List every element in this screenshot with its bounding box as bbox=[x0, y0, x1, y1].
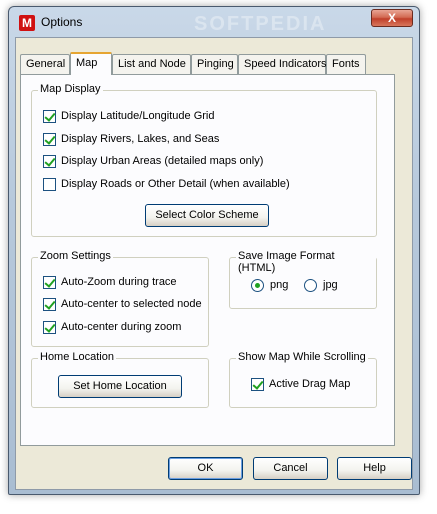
auto-center-zoom-checkbox[interactable] bbox=[43, 320, 56, 334]
rivers-lakes-seas-text: Display Rivers, Lakes, and Seas bbox=[61, 133, 220, 145]
auto-center-zoom-option[interactable]: Auto-center during zoom bbox=[43, 319, 181, 335]
select-color-scheme-button[interactable]: Select Color Scheme bbox=[145, 204, 269, 227]
home-location-label: Home Location bbox=[38, 351, 116, 363]
roads-detail-checkbox[interactable] bbox=[43, 177, 56, 191]
jpg-option[interactable]: jpg bbox=[304, 277, 338, 293]
auto-center-zoom-text: Auto-center during zoom bbox=[61, 321, 182, 333]
tab-fonts[interactable]: Fonts bbox=[326, 54, 366, 74]
cancel-button[interactable]: Cancel bbox=[253, 457, 328, 480]
tab-speed-indicators[interactable]: Speed Indicators bbox=[238, 54, 327, 74]
map-display-group: Map Display Display Latitude/Longitude G… bbox=[31, 83, 377, 237]
jpg-text: jpg bbox=[323, 279, 338, 291]
map-tab-panel: Map Display Display Latitude/Longitude G… bbox=[20, 74, 395, 446]
png-option[interactable]: png bbox=[251, 277, 288, 293]
app-icon: M bbox=[19, 15, 35, 31]
title-bar[interactable]: M Options SOFTPEDIA X bbox=[9, 7, 419, 37]
tab-pinging[interactable]: Pinging bbox=[191, 54, 238, 74]
zoom-settings-group: Zoom Settings Auto-Zoom during trace Aut… bbox=[31, 250, 209, 347]
tab-general[interactable]: General bbox=[20, 54, 70, 74]
window-title: Options bbox=[41, 15, 83, 29]
ok-button[interactable]: OK bbox=[168, 457, 243, 480]
auto-center-selected-text: Auto-center to selected node bbox=[61, 298, 202, 310]
rivers-lakes-seas-option[interactable]: Display Rivers, Lakes, and Seas bbox=[43, 131, 219, 147]
roads-detail-option[interactable]: Display Roads or Other Detail (when avai… bbox=[43, 176, 290, 192]
png-radio[interactable] bbox=[251, 278, 264, 292]
show-map-scrolling-group: Show Map While Scrolling Active Drag Map bbox=[229, 351, 377, 408]
tab-list-and-node[interactable]: List and Node bbox=[112, 54, 191, 74]
urban-areas-option[interactable]: Display Urban Areas (detailed maps only) bbox=[43, 153, 263, 169]
dialog-client-area: General Map List and Node Pinging Speed … bbox=[15, 37, 413, 490]
roads-detail-text: Display Roads or Other Detail (when avai… bbox=[61, 178, 290, 190]
lat-long-grid-checkbox[interactable] bbox=[43, 109, 56, 123]
lat-long-grid-text: Display Latitude/Longitude Grid bbox=[61, 110, 215, 122]
help-button[interactable]: Help bbox=[337, 457, 412, 480]
jpg-radio[interactable] bbox=[304, 278, 317, 292]
home-location-group: Home Location Set Home Location bbox=[31, 351, 209, 408]
auto-zoom-option[interactable]: Auto-Zoom during trace bbox=[43, 274, 177, 290]
active-drag-map-checkbox[interactable] bbox=[251, 377, 264, 391]
active-drag-map-option[interactable]: Active Drag Map bbox=[251, 376, 350, 392]
urban-areas-checkbox[interactable] bbox=[43, 154, 56, 168]
show-map-scrolling-label: Show Map While Scrolling bbox=[236, 351, 368, 363]
set-home-location-button[interactable]: Set Home Location bbox=[58, 375, 182, 398]
watermark: SOFTPEDIA bbox=[194, 13, 327, 35]
auto-center-selected-option[interactable]: Auto-center to selected node bbox=[43, 296, 202, 312]
lat-long-grid-option[interactable]: Display Latitude/Longitude Grid bbox=[43, 108, 214, 124]
rivers-lakes-seas-checkbox[interactable] bbox=[43, 132, 56, 146]
active-drag-map-text: Active Drag Map bbox=[269, 378, 351, 390]
save-image-format-label: Save Image Format (HTML) bbox=[236, 250, 376, 274]
urban-areas-text: Display Urban Areas (detailed maps only) bbox=[61, 155, 264, 167]
zoom-settings-label: Zoom Settings bbox=[38, 250, 113, 262]
close-button[interactable]: X bbox=[371, 9, 413, 27]
auto-zoom-checkbox[interactable] bbox=[43, 275, 56, 289]
auto-zoom-text: Auto-Zoom during trace bbox=[61, 276, 177, 288]
tab-map[interactable]: Map bbox=[70, 52, 112, 75]
options-window: M Options SOFTPEDIA X General Map List a… bbox=[8, 6, 420, 495]
auto-center-selected-checkbox[interactable] bbox=[43, 297, 56, 311]
map-display-label: Map Display bbox=[38, 83, 103, 95]
save-image-format-group: Save Image Format (HTML) png jpg bbox=[229, 250, 377, 309]
png-text: png bbox=[270, 279, 289, 291]
